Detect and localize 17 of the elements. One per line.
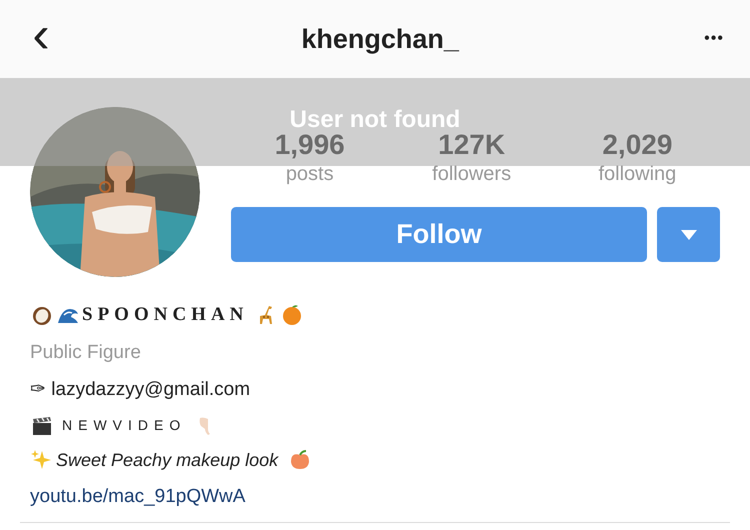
caret-icon bbox=[680, 230, 696, 240]
website-link[interactable]: youtu.be/mac_91pQWwA bbox=[30, 482, 246, 511]
stat-label: followers bbox=[432, 162, 512, 187]
dropdown-button[interactable] bbox=[657, 207, 720, 262]
stat-label: posts bbox=[286, 162, 334, 187]
category-label: Public Figure bbox=[30, 340, 141, 364]
stat-label: following bbox=[598, 162, 676, 187]
display-name: SPOONCHAN bbox=[82, 303, 248, 327]
stat-count: 127K bbox=[438, 128, 506, 162]
bio-text: NEWVIDEO bbox=[62, 416, 186, 435]
profile-username: khengchan_ bbox=[301, 22, 459, 56]
stat-count: 2,029 bbox=[602, 128, 672, 162]
more-button[interactable]: ••• bbox=[704, 27, 724, 51]
bio-text: Sweet Peachy makeup look bbox=[56, 448, 278, 472]
stat-count: 1,996 bbox=[274, 128, 345, 162]
back-button[interactable]: ‹ bbox=[26, 9, 56, 61]
bio-text: ✑ lazydazzyy@gmail.com bbox=[30, 378, 250, 402]
